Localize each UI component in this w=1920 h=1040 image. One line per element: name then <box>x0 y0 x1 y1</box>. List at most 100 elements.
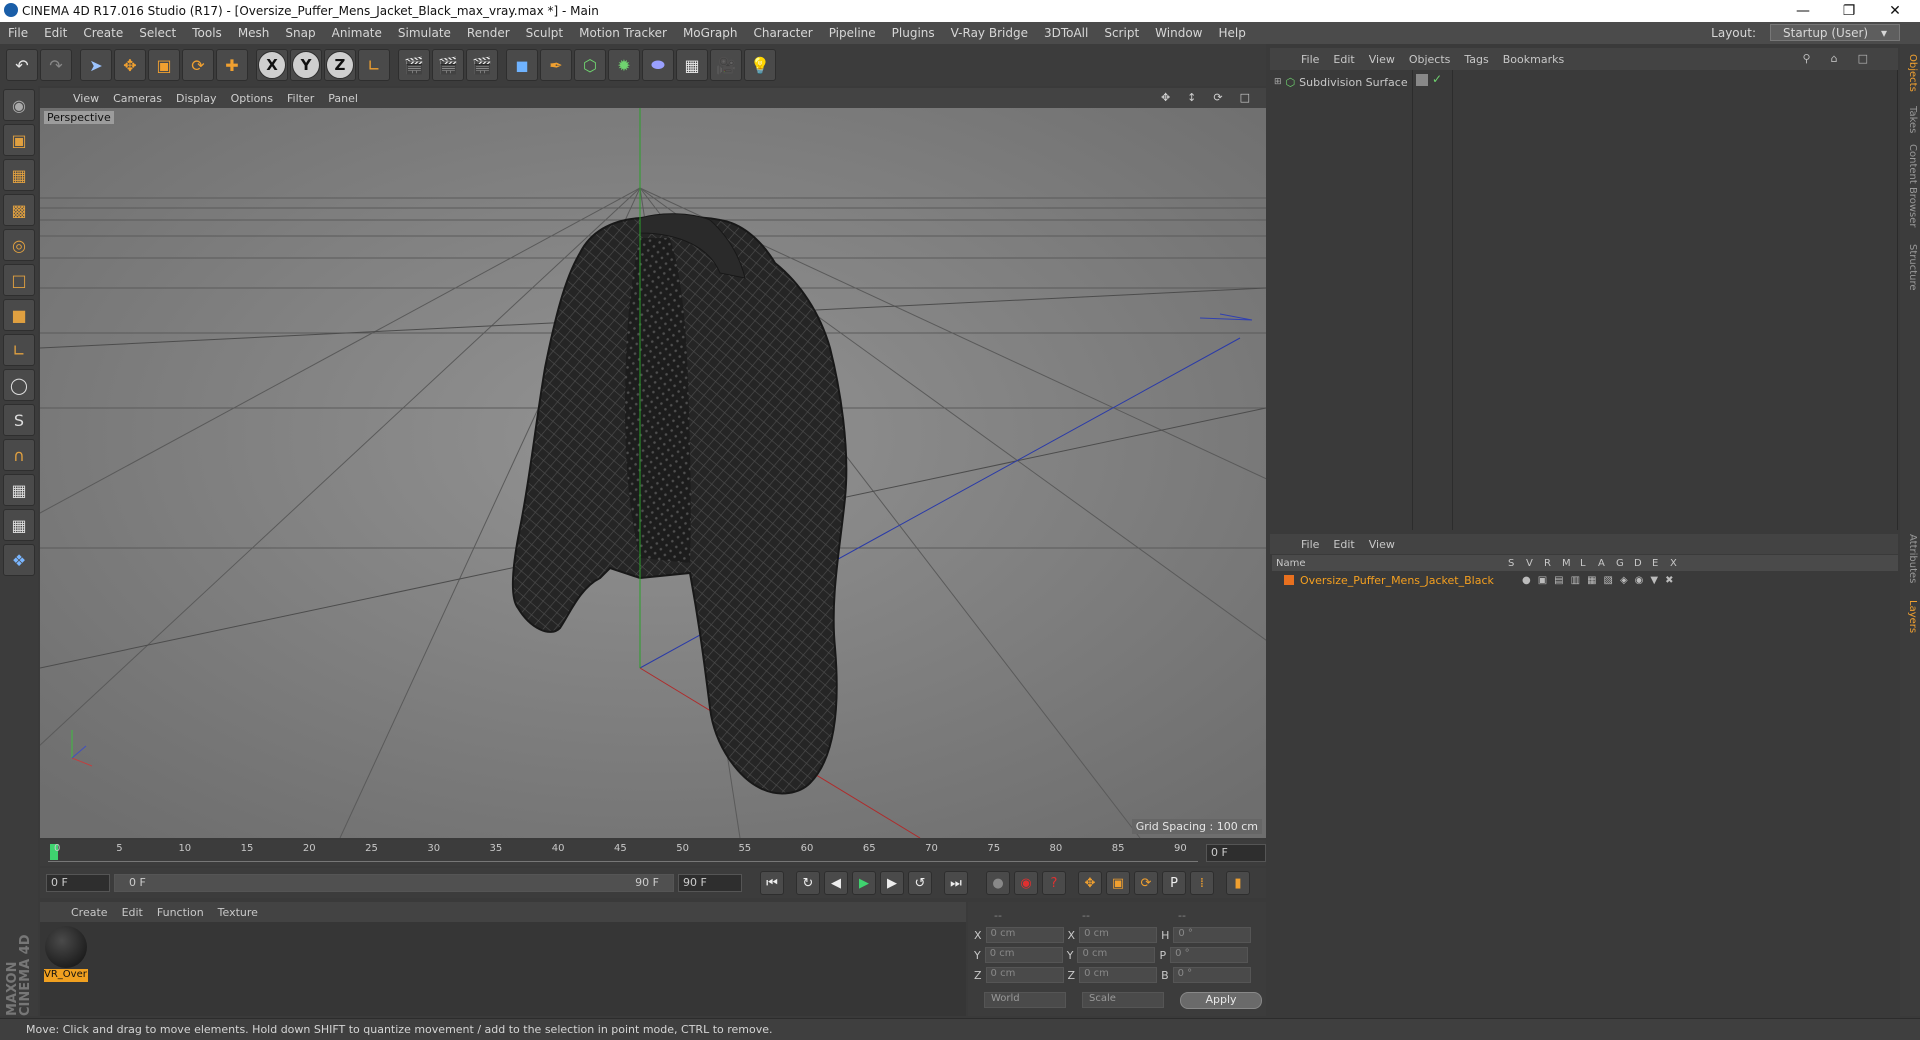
menu-3dtoall[interactable]: 3DToAll <box>1036 26 1096 40</box>
menu-mesh[interactable]: Mesh <box>230 26 278 40</box>
menu-snap[interactable]: Snap <box>277 26 323 40</box>
move-tool-button[interactable]: ✥ <box>114 49 146 81</box>
start-frame-field[interactable]: 0 F <box>46 874 110 892</box>
viewport-nav-icons[interactable]: ✥ ↕ ⟳ □ <box>1154 90 1260 104</box>
points-mode-button[interactable]: ◎ <box>3 229 35 261</box>
subdivision-button[interactable]: ⬡ <box>574 49 606 81</box>
key-parameter-button[interactable]: P <box>1162 871 1186 895</box>
planar-workplane-button[interactable]: ▦ <box>3 509 35 541</box>
keyframe-selection-button[interactable]: ? <box>1042 871 1066 895</box>
viewport-menu-filter[interactable]: Filter <box>280 92 321 105</box>
material-menu-texture[interactable]: Texture <box>211 906 265 919</box>
menu-animate[interactable]: Animate <box>324 26 390 40</box>
coordinate-system-button[interactable]: ∟ <box>358 49 390 81</box>
viewport-menu-cameras[interactable]: Cameras <box>106 92 169 105</box>
objects-menu-bookmarks[interactable]: Bookmarks <box>1496 53 1571 66</box>
prev-key-button[interactable]: ↻ <box>796 871 820 895</box>
menu-vray-bridge[interactable]: V-Ray Bridge <box>943 26 1036 40</box>
size-mode-dropdown[interactable]: Scale <box>1082 992 1164 1008</box>
position-x-field[interactable]: 0 cm <box>985 927 1064 943</box>
undo-button[interactable]: ↶ <box>6 49 38 81</box>
objects-menu-view[interactable]: View <box>1362 53 1402 66</box>
layers-menu-file[interactable]: File <box>1294 538 1326 551</box>
rotation-b-field[interactable]: 0 ° <box>1172 967 1251 983</box>
new-view-icon[interactable]: □ <box>1851 52 1881 65</box>
solo-button[interactable]: S <box>3 404 35 436</box>
menu-character[interactable]: Character <box>745 26 820 40</box>
viewport-menu-display[interactable]: Display <box>169 92 224 105</box>
key-scale-button[interactable]: ▣ <box>1106 871 1130 895</box>
minimize-icon[interactable]: — <box>1780 0 1826 22</box>
menu-render[interactable]: Render <box>459 26 518 40</box>
menu-edit[interactable]: Edit <box>36 26 75 40</box>
make-editable-button[interactable]: ◉ <box>3 89 35 121</box>
menu-file[interactable]: File <box>0 26 36 40</box>
expand-icon[interactable]: ⊞ <box>1274 77 1282 87</box>
deformer-button[interactable]: ⬬ <box>642 49 674 81</box>
layers-menu-edit[interactable]: Edit <box>1326 538 1361 551</box>
perspective-viewport[interactable]: Perspective Grid Spacing : 100 cm <box>40 108 1266 838</box>
timeline-ruler[interactable]: 0 5 10 15 20 25 30 35 40 45 50 55 60 65 70 75 80 85 90 0 F <box>40 840 1266 866</box>
pen-spline-button[interactable]: ✒ <box>540 49 572 81</box>
goto-end-button[interactable]: ⏭ <box>944 871 968 895</box>
mograph-cloner-button[interactable]: ✹ <box>608 49 640 81</box>
transform-tool-button[interactable]: ✚ <box>216 49 248 81</box>
autokey-button[interactable]: ◉ <box>1014 871 1038 895</box>
objects-menu-edit[interactable]: Edit <box>1326 53 1361 66</box>
camera-object-button[interactable]: 🎥 <box>710 49 742 81</box>
z-axis-button[interactable]: Z <box>324 49 356 81</box>
lock-workplane-button[interactable]: ▦ <box>3 474 35 506</box>
material-menu-edit[interactable]: Edit <box>115 906 150 919</box>
position-y-field[interactable]: 0 cm <box>984 947 1063 963</box>
axis-mode-button[interactable]: ∟ <box>3 334 35 366</box>
viewport-menu-panel[interactable]: Panel <box>321 92 365 105</box>
size-y-field[interactable]: 0 cm <box>1077 947 1156 963</box>
coord-mode-dropdown[interactable]: World <box>984 992 1066 1008</box>
redo-button[interactable]: ↷ <box>40 49 72 81</box>
step-back-button[interactable]: ◀ <box>824 871 848 895</box>
layer-row[interactable]: Oversize_Puffer_Mens_Jacket_Black ●▣▤▥▦▧… <box>1272 572 1898 588</box>
material-menu-function[interactable]: Function <box>150 906 211 919</box>
render-picture-viewer-button[interactable]: 🎬 <box>432 49 464 81</box>
tab-structure[interactable]: Structure <box>1902 244 1918 291</box>
play-button[interactable]: ▶ <box>852 871 876 895</box>
menu-plugins[interactable]: Plugins <box>884 26 943 40</box>
enabled-check-icon[interactable]: ✓ <box>1432 72 1442 86</box>
layout-dropdown[interactable]: Startup (User) ▾ <box>1770 24 1900 41</box>
menu-pipeline[interactable]: Pipeline <box>821 26 884 40</box>
material-item[interactable]: VR_Over <box>44 925 88 983</box>
scale-tool-button[interactable]: ▣ <box>148 49 180 81</box>
next-key-button[interactable]: ↺ <box>908 871 932 895</box>
menu-window[interactable]: Window <box>1147 26 1210 40</box>
layer-color-swatch[interactable] <box>1284 575 1294 585</box>
tweak-mode-button[interactable]: ◯ <box>3 369 35 401</box>
render-view-button[interactable]: 🎬 <box>398 49 430 81</box>
menu-sculpt[interactable]: Sculpt <box>518 26 571 40</box>
layers-menu-view[interactable]: View <box>1362 538 1402 551</box>
edges-mode-button[interactable]: □ <box>3 264 35 296</box>
frame-range-slider[interactable]: 0 F 90 F <box>114 874 674 892</box>
record-keys-button[interactable]: ● <box>986 871 1010 895</box>
y-axis-button[interactable]: Y <box>290 49 322 81</box>
goto-start-button[interactable]: ⏮ <box>760 871 784 895</box>
zoom-icon[interactable]: ↕ <box>1180 91 1206 104</box>
objects-menu-objects[interactable]: Objects <box>1402 53 1458 66</box>
layer-flag-icons[interactable]: ●▣▤▥▦▧◈◉▼✖ <box>1522 575 1680 586</box>
menu-script[interactable]: Script <box>1096 26 1147 40</box>
current-frame-field[interactable]: 0 F <box>1206 844 1266 862</box>
key-pla-button[interactable]: ⁞ <box>1190 871 1214 895</box>
tab-attributes[interactable]: Attributes <box>1902 534 1918 583</box>
material-menu-create[interactable]: Create <box>64 906 115 919</box>
menu-motion-tracker[interactable]: Motion Tracker <box>571 26 675 40</box>
model-mode-button[interactable]: ▣ <box>3 124 35 156</box>
pan-icon[interactable]: ✥ <box>1154 91 1180 104</box>
menu-mograph[interactable]: MoGraph <box>675 26 746 40</box>
restore-icon[interactable]: ❐ <box>1826 0 1872 22</box>
maximize-icon[interactable]: □ <box>1233 91 1260 104</box>
cube-object-button[interactable]: ◼ <box>506 49 538 81</box>
timeline-window-button[interactable]: ▮ <box>1226 871 1250 895</box>
menu-select[interactable]: Select <box>131 26 184 40</box>
key-position-button[interactable]: ✥ <box>1078 871 1102 895</box>
object-row-subdivision[interactable]: ⊞ ⬡ Subdivision Surface <box>1274 74 1408 90</box>
visibility-toggle-icon[interactable] <box>1416 74 1428 86</box>
